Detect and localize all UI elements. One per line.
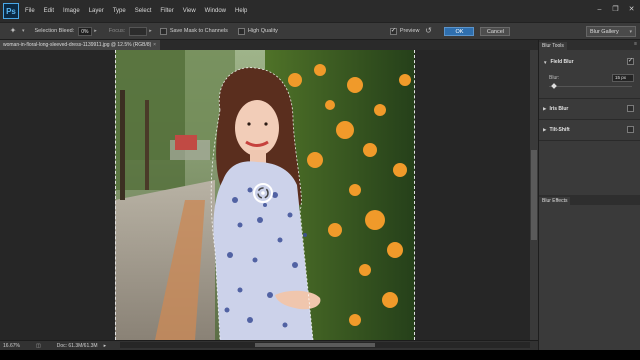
- preview-label: Preview: [399, 28, 420, 34]
- horizontal-scroll-thumb[interactable]: [255, 343, 375, 347]
- canvas-area[interactable]: [0, 50, 530, 340]
- document-tab[interactable]: woman-in-floral-long-sleeved-dress-11399…: [0, 40, 160, 50]
- field-blur-checkbox[interactable]: ✓: [627, 58, 634, 65]
- ok-button[interactable]: OK: [444, 26, 475, 36]
- close-icon[interactable]: ×: [153, 40, 156, 50]
- field-blur-row[interactable]: ▼ Field Blur ✓: [539, 56, 640, 68]
- save-mask-checkbox[interactable]: [159, 27, 167, 35]
- menu-layer[interactable]: Layer: [89, 8, 104, 14]
- tilt-shift-row[interactable]: ▶ Tilt-Shift: [539, 124, 640, 136]
- doc-size: Doc: 61.3M/61.3M: [56, 342, 98, 349]
- iris-blur-checkbox[interactable]: [627, 105, 634, 112]
- tilt-shift-label: Tilt-Shift: [549, 127, 570, 133]
- blur-effects-tab[interactable]: Blur Effects: [539, 197, 571, 205]
- menu-type[interactable]: Type: [113, 8, 126, 14]
- high-quality-checkbox[interactable]: [237, 27, 245, 35]
- menu-bar: Ps File Edit Image Layer Type Select Fil…: [0, 0, 640, 22]
- selection-bleed-chevron-icon[interactable]: ▸: [94, 28, 97, 34]
- collapse-triangle-icon[interactable]: ▶: [543, 106, 546, 112]
- close-icon[interactable]: ✕: [627, 6, 636, 14]
- zoom-level[interactable]: 16.67%: [3, 343, 20, 349]
- high-quality-label: High Quality: [247, 28, 278, 34]
- divider: [539, 98, 640, 99]
- menu-help[interactable]: Help: [235, 8, 247, 14]
- photo-woman-floral-dress[interactable]: [115, 50, 415, 340]
- focus-chevron-icon[interactable]: ▸: [149, 28, 152, 34]
- blur-effects-header: Blur Effects: [539, 195, 640, 205]
- blur-amount-label: Blur:: [549, 75, 560, 81]
- minimize-icon[interactable]: –: [595, 6, 604, 14]
- vertical-scrollbar[interactable]: [530, 50, 538, 340]
- menu-window[interactable]: Window: [205, 8, 226, 14]
- tilt-shift-checkbox[interactable]: [627, 126, 634, 133]
- bottom-strip: [0, 350, 640, 360]
- focus-input[interactable]: [129, 26, 148, 36]
- document-tab-strip: woman-in-floral-long-sleeved-dress-11399…: [0, 40, 538, 50]
- workspace-select[interactable]: Blur Gallery ▾: [586, 26, 636, 37]
- status-info-icon[interactable]: ◫: [36, 343, 41, 349]
- iris-blur-label: Iris Blur: [549, 106, 569, 112]
- options-bar: ✦ ▾ Selection Bleed: 0% ▸ Focus: ▸ Save …: [0, 22, 640, 40]
- save-mask-label: Save Mask to Channels: [169, 28, 228, 34]
- blur-pin-tool-icon[interactable]: ✦: [6, 25, 20, 37]
- reset-pins-icon[interactable]: ↺: [424, 25, 432, 37]
- selection-bleed-input[interactable]: 0%: [78, 26, 93, 36]
- menu-view[interactable]: View: [183, 8, 196, 14]
- vertical-scroll-thumb[interactable]: [531, 150, 537, 240]
- blur-slider-track[interactable]: [549, 83, 632, 89]
- restore-icon[interactable]: ❐: [611, 6, 620, 14]
- selection-bleed-label: Selection Bleed:: [34, 28, 75, 34]
- blur-tools-tab[interactable]: Blur Tools: [539, 42, 567, 50]
- focus-label: Focus:: [108, 28, 126, 34]
- panel-menu-icon[interactable]: ≡: [634, 41, 637, 47]
- status-menu-chevron-icon[interactable]: ▸: [104, 343, 107, 349]
- collapse-triangle-icon[interactable]: ▶: [543, 127, 546, 133]
- divider: [539, 119, 640, 120]
- blur-tools-header: Blur Tools ≡: [539, 40, 640, 50]
- blur-slider-thumb[interactable]: [551, 83, 557, 89]
- menu-file[interactable]: File: [25, 8, 35, 14]
- chevron-down-icon[interactable]: ▾: [22, 28, 25, 34]
- divider: [539, 140, 640, 141]
- document-tab-title: woman-in-floral-long-sleeved-dress-11399…: [3, 42, 152, 48]
- menu-filter[interactable]: Filter: [160, 8, 173, 14]
- menu-image[interactable]: Image: [63, 8, 80, 14]
- menu-select[interactable]: Select: [135, 8, 152, 14]
- blur-tools-panel: Blur Tools ≡ ▼ Field Blur ✓ Blur: 15 px …: [538, 40, 640, 350]
- cancel-button[interactable]: Cancel: [480, 26, 511, 36]
- menu-edit[interactable]: Edit: [44, 8, 54, 14]
- blur-amount-input[interactable]: 15 px: [612, 74, 634, 82]
- iris-blur-row[interactable]: ▶ Iris Blur: [539, 103, 640, 115]
- chevron-down-icon: ▾: [629, 29, 632, 35]
- window-controls: – ❐ ✕: [595, 6, 636, 14]
- blur-slider[interactable]: [539, 83, 640, 94]
- expand-triangle-icon[interactable]: ▼: [543, 60, 547, 65]
- preview-checkbox[interactable]: ✓: [389, 27, 397, 35]
- workspace-select-label: Blur Gallery: [590, 29, 619, 35]
- horizontal-scrollbar[interactable]: [120, 342, 530, 348]
- photoshop-logo: Ps: [3, 3, 19, 19]
- blur-amount-row: Blur: 15 px: [539, 72, 640, 84]
- field-blur-label: Field Blur: [550, 59, 574, 65]
